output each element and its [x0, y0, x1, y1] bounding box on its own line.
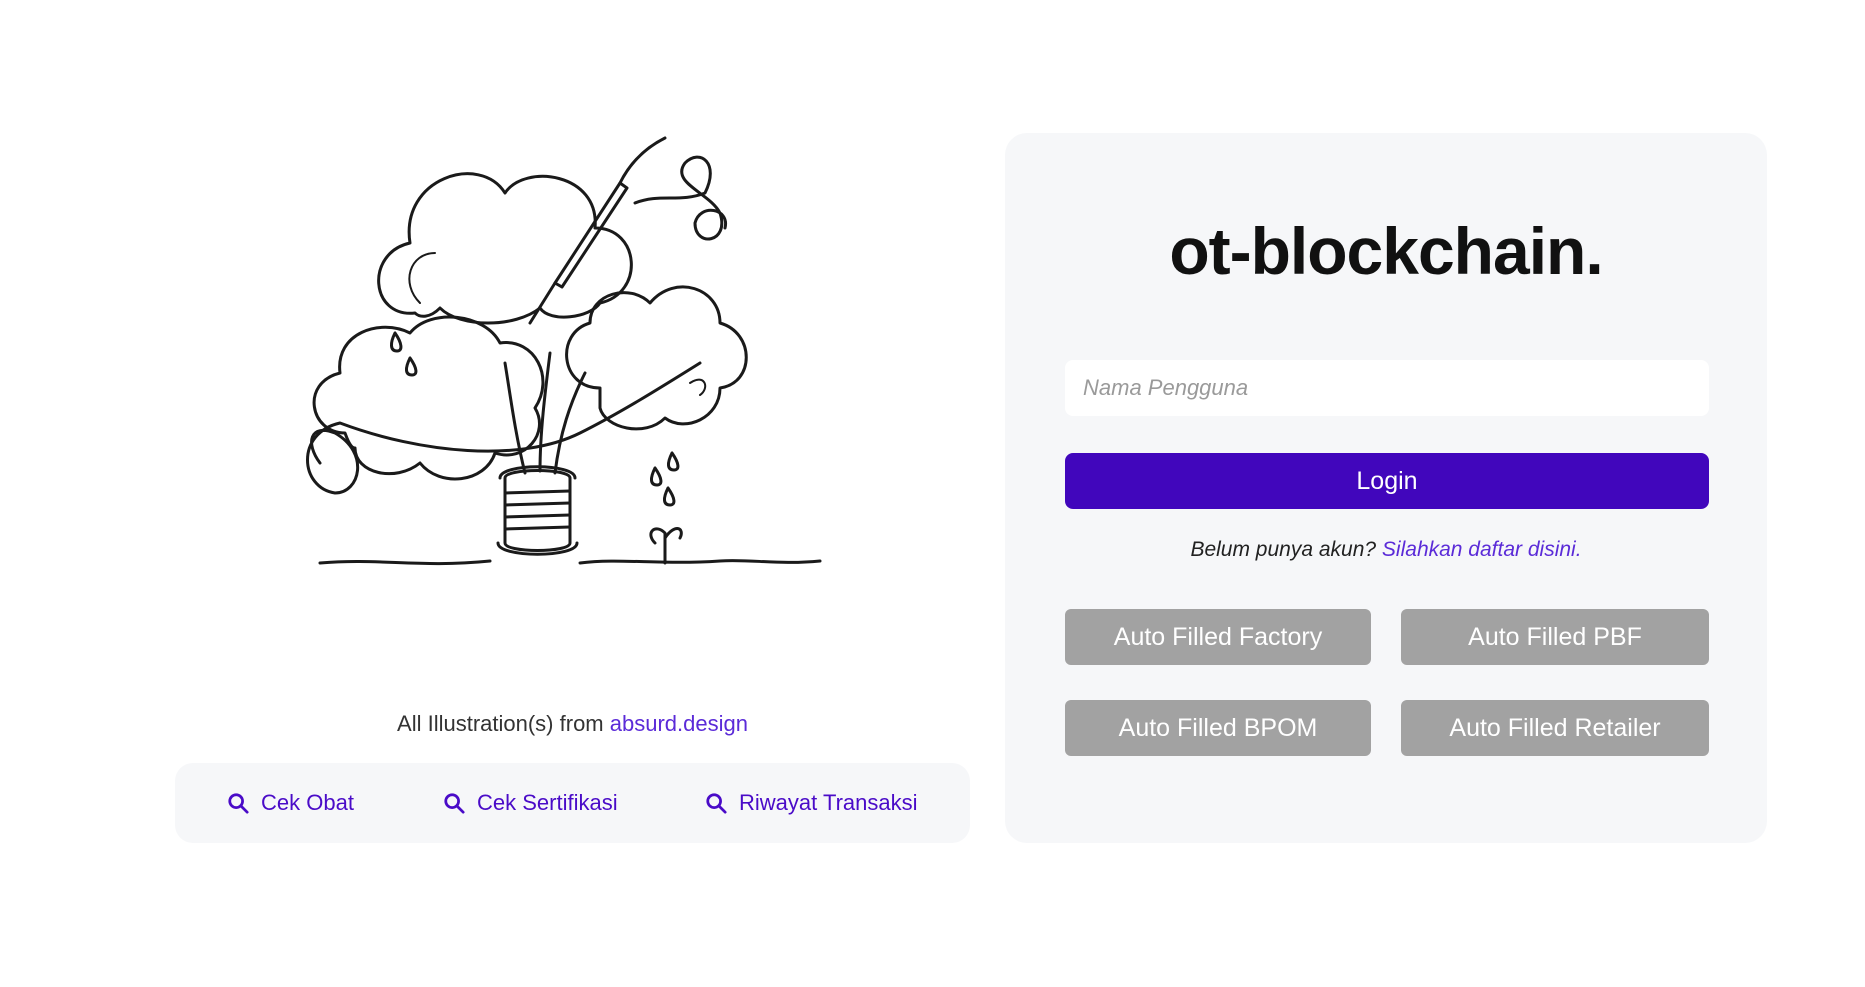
absurd-illustration [306, 136, 822, 566]
cek-obat-label: Cek Obat [261, 790, 354, 815]
username-input[interactable] [1065, 360, 1709, 416]
auto-fill-pbf-button[interactable]: Auto Filled PBF [1401, 609, 1709, 665]
credit-text: All Illustration(s) from [397, 711, 604, 736]
search-icon [444, 793, 465, 814]
register-prompt: Belum punya akun? Silahkan daftar disini… [1005, 538, 1767, 562]
credit-link[interactable]: absurd.design [610, 711, 748, 736]
login-card: ot-blockchain. Login Belum punya akun? S… [1005, 133, 1767, 843]
search-icon [706, 793, 727, 814]
register-text: Belum punya akun? [1190, 538, 1377, 561]
riwayat-transaksi-link[interactable]: Riwayat Transaksi [705, 785, 918, 821]
riwayat-transaksi-label: Riwayat Transaksi [739, 790, 918, 815]
cek-sertifikasi-label: Cek Sertifikasi [477, 790, 618, 815]
quick-links-bar: Cek Obat Cek Sertifikasi Riwayat Transak… [175, 763, 970, 843]
auto-fill-retailer-button[interactable]: Auto Filled Retailer [1401, 700, 1709, 756]
cek-obat-link[interactable]: Cek Obat [227, 785, 354, 821]
auto-fill-factory-button[interactable]: Auto Filled Factory [1065, 609, 1371, 665]
brand-title: ot-blockchain. [1169, 214, 1603, 288]
auto-fill-bpom-button[interactable]: Auto Filled BPOM [1065, 700, 1371, 756]
register-link[interactable]: Silahkan daftar disini. [1382, 538, 1582, 561]
left-column: All Illustration(s) from absurd.design C… [175, 133, 970, 843]
cek-sertifikasi-link[interactable]: Cek Sertifikasi [443, 785, 618, 821]
illustration-credit: All Illustration(s) from absurd.design [175, 711, 970, 737]
login-button[interactable]: Login [1065, 453, 1709, 509]
search-icon [228, 793, 249, 814]
